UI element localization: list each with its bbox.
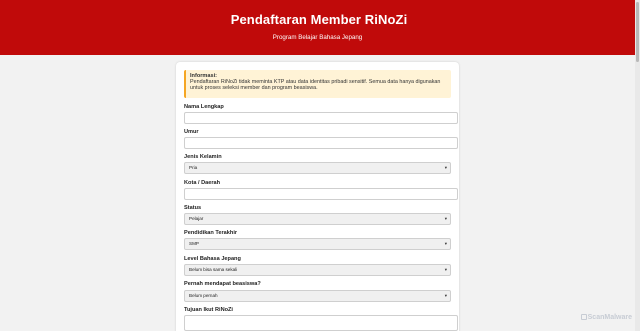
kota-label: Kota / Daerah [184,180,221,186]
title-text: Pendaftaran Member RiNoZi [230,12,408,27]
beasiswa-select[interactable]: Belum pernah ▾ [184,290,451,302]
status-selected-value: Pelajar [189,216,204,221]
nama-label: Nama Lengkap [184,104,224,110]
kota-input[interactable] [184,188,458,200]
level-selected-value: Belum bisa sama sekali [189,267,238,272]
gender-label: Jenis Kelamin [184,154,222,160]
pendidikan-select[interactable]: SMP ▾ [184,238,451,250]
chevron-down-icon: ▾ [444,267,447,272]
chevron-down-icon: ▾ [444,216,447,221]
pendidikan-label: Pendidikan Terakhir [184,230,238,236]
page-header: Pendaftaran Member RiNoZi Program Belaja… [0,0,635,55]
gender-select[interactable]: Pria ▾ [184,162,451,174]
watermark: ScanMalware [580,314,632,321]
chevron-down-icon: ▾ [444,241,447,246]
scrollbar[interactable] [635,0,640,331]
pendidikan-selected-value: SMP [189,241,199,246]
chevron-down-icon: ▾ [444,293,447,298]
watermark-text: ScanMalware [587,314,632,321]
page: Pendaftaran Member RiNoZi Program Belaja… [0,0,640,331]
info-box: Informasi: Pendaftaran RiNoZi tidak memi… [184,70,451,98]
registration-form: Informasi: Pendaftaran RiNoZi tidak memi… [176,62,459,331]
gender-selected-value: Pria [189,165,198,170]
status-select[interactable]: Pelajar ▾ [184,213,451,225]
status-label: Status [184,205,202,211]
tujuan-textarea[interactable] [184,315,458,331]
nama-input[interactable] [184,112,458,124]
beasiswa-selected-value: Belum pernah [189,293,218,298]
umur-label: Umur [184,129,199,135]
beasiswa-label: Pernah mendapat beasiswa? [184,281,261,287]
scrollbar-thumb[interactable] [636,2,639,62]
level-select[interactable]: Belum bisa sama sekali ▾ [184,264,451,276]
page-title: Pendaftaran Member RiNoZi [0,12,635,27]
shield-icon [580,314,587,320]
info-text: Pendaftaran RiNoZi tidak meminta KTP ata… [190,79,441,92]
chevron-down-icon: ▾ [444,165,447,170]
level-label: Level Bahasa Jepang [184,256,241,262]
umur-input[interactable] [184,137,458,149]
page-subtitle: Program Belajar Bahasa Jepang [272,34,363,41]
tujuan-label: Tujuan Ikut RiNoZi [184,307,233,313]
